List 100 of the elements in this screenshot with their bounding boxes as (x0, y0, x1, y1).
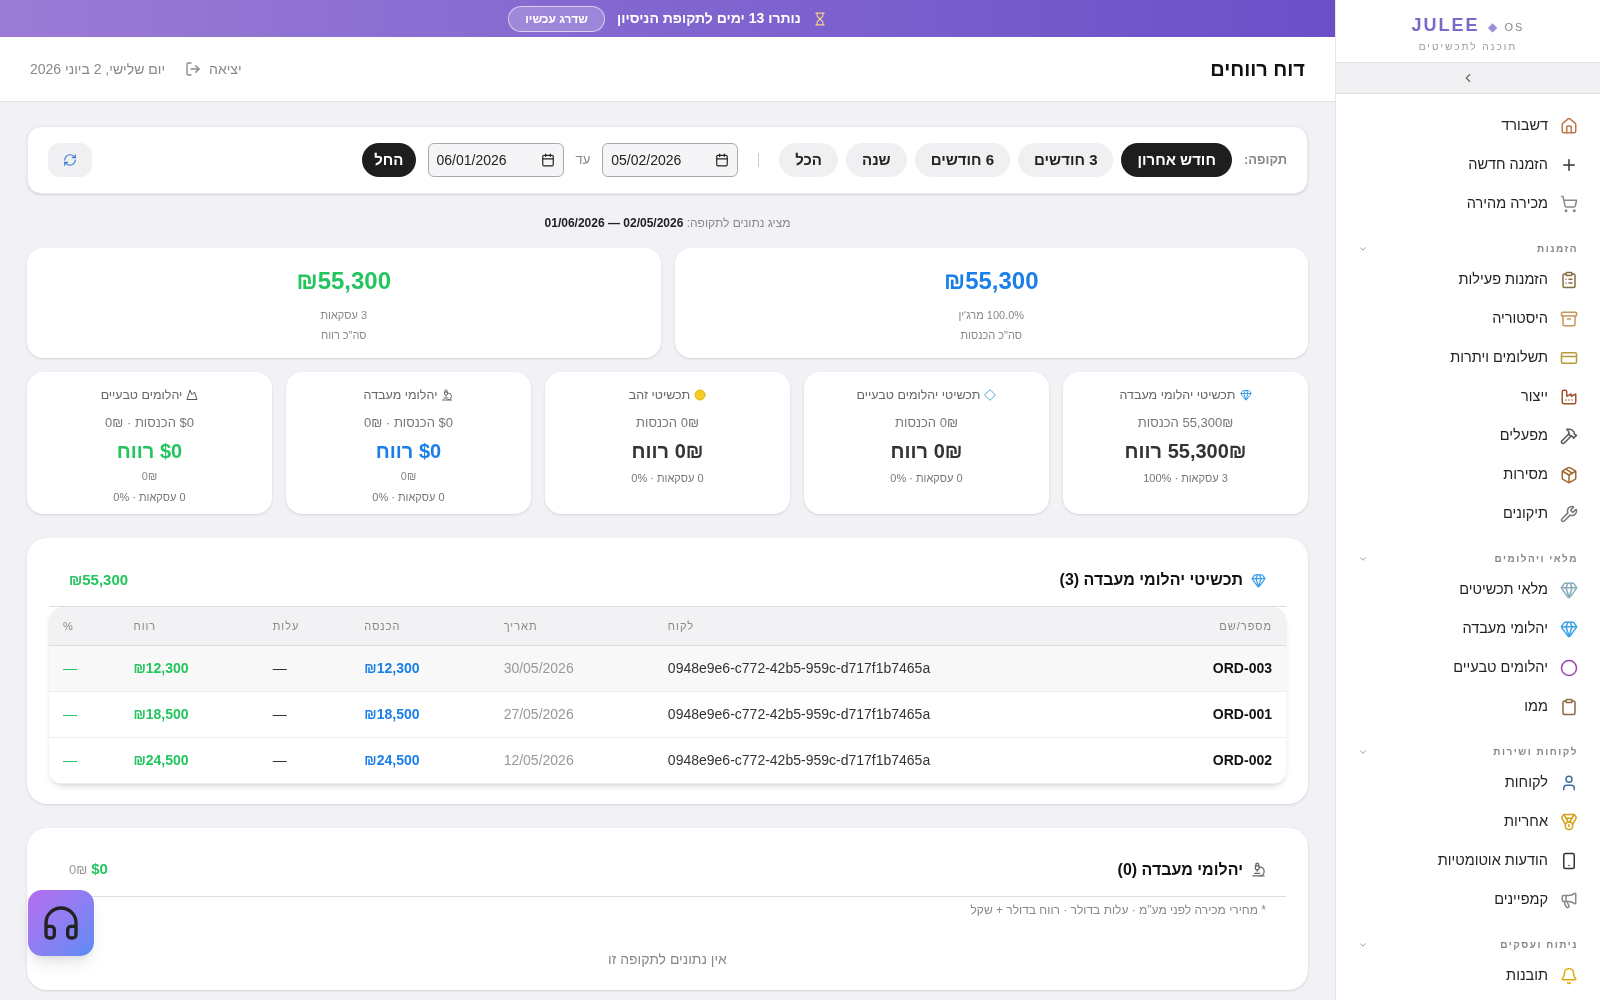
date-to-field[interactable]: 06/01/2026 (427, 143, 564, 177)
column-header: % (49, 607, 120, 645)
category-title: תכשיטי יהלומי מעבדה (1119, 387, 1236, 404)
logo-suffix: OS (1504, 20, 1525, 35)
factory-icon (1560, 387, 1578, 406)
refresh-button[interactable] (48, 143, 92, 177)
table-cell: 27/05/2026 (489, 691, 654, 737)
nav-item[interactable]: הזמנות פעילות (1336, 260, 1600, 299)
column-header: עלות (258, 607, 351, 645)
to-label: עד (575, 151, 591, 170)
category-footer: 0 עסקאות · 0% (113, 488, 186, 506)
column-header: הכנסה (350, 607, 490, 645)
tagline: תוכנה לתכשיטים (1418, 40, 1518, 54)
table-cell: ₪18,500 (350, 691, 490, 737)
logo: JULEE (1411, 14, 1480, 37)
category-footer: 0 עסקאות · 0% (631, 470, 704, 487)
period-tab[interactable]: חודש אחרון (1121, 143, 1232, 177)
nav-item[interactable]: מכירה מהירה (1336, 184, 1600, 223)
table-cell: ₪24,500 (119, 737, 259, 783)
nav-item[interactable]: הודעות אוטומטיות (1336, 841, 1600, 880)
category-title: יהלומים טבעיים (100, 387, 183, 404)
rock-icon (186, 389, 199, 402)
category-profit: 0₪ רווח (631, 439, 704, 465)
support-bot-icon[interactable] (28, 890, 94, 956)
column-header: תאריך (489, 607, 654, 645)
empty-message: אין נתונים לתקופה זו (608, 949, 727, 969)
date-from-field[interactable]: 05/02/2026 (602, 143, 739, 177)
nav-item[interactable]: ייצור (1336, 377, 1600, 416)
category-profit: $0 רווח (116, 439, 183, 465)
nav-item[interactable]: תשלומים ויתרות (1336, 338, 1600, 377)
summary-detail: 3 עסקאות (320, 307, 368, 323)
microscope-icon (441, 389, 454, 402)
nav-item[interactable]: דשבורד (1336, 106, 1600, 145)
megaphone-icon (1560, 890, 1578, 909)
collapse-button[interactable] (1336, 62, 1600, 94)
column-header: רווח (119, 607, 259, 645)
category-title: תכשיטי זהב (628, 387, 691, 404)
period-tab[interactable]: שנה (846, 143, 907, 177)
section-total: 0₪ (69, 860, 88, 879)
table-cell: ₪24,500 (350, 737, 490, 783)
category-sub: 0₪ (141, 469, 158, 485)
nav-group-title[interactable]: מלאי ויהלומים (1494, 551, 1578, 566)
period-tab[interactable]: הכל (779, 143, 838, 177)
bell-icon (1560, 966, 1578, 985)
current-date: יום שלישי, 2 ביוני 2026 (30, 59, 166, 79)
nav-item[interactable]: יהלומים טבעיים (1336, 648, 1600, 687)
table-cell: — (258, 645, 351, 691)
table-cell: — (49, 645, 120, 691)
nav-item[interactable]: תובנות (1336, 956, 1600, 995)
summary-caption: סה"כ רווח (320, 328, 367, 343)
nav-group-title[interactable]: ניתוח ועסקים (1500, 937, 1578, 952)
summary-detail: 100.0% מרג'ין (958, 307, 1025, 323)
nav-item[interactable]: אחריות (1336, 802, 1600, 841)
nav-item[interactable]: היסטוריה (1336, 299, 1600, 338)
period-tab[interactable]: 3 חודשים (1018, 143, 1114, 177)
tools-icon (1560, 426, 1578, 445)
category-sub: 0₪ (400, 469, 417, 485)
nav-item[interactable]: יהלומי מעבדה (1336, 609, 1600, 648)
trial-text: נותרו 13 ימים לתקופת הניסיון (616, 9, 801, 28)
table-cell: 30/05/2026 (489, 645, 654, 691)
logout-link[interactable]: יציאה (185, 58, 242, 80)
table-cell: ₪12,300 (350, 645, 490, 691)
logout-icon (185, 61, 202, 77)
nav-item[interactable]: מפעלים (1336, 416, 1600, 455)
refresh-icon (63, 153, 77, 167)
phone-icon (1560, 851, 1578, 870)
nav-item[interactable]: ממו (1336, 687, 1600, 726)
nav-item[interactable]: מסירות (1336, 455, 1600, 494)
table-cell: 12/05/2026 (489, 737, 654, 783)
gem-icon (1251, 572, 1266, 588)
table-cell: — (49, 737, 120, 783)
section-title: תכשיטי יהלומי מעבדה (3) (1059, 570, 1243, 590)
category-title: יהלומי מעבדה (363, 387, 438, 404)
calendar-icon (715, 153, 730, 167)
nav-item[interactable]: מלאי תכשיטים (1336, 570, 1600, 609)
nav-group-title[interactable]: לקוחות ושירות (1493, 744, 1578, 759)
section-total: ₪55,300 (69, 569, 129, 590)
clipboard-icon (1560, 697, 1578, 716)
diamond-icon (984, 389, 997, 402)
category-income: $0 הכנסות · 0₪ (364, 413, 453, 432)
table-cell: 0948e9e6-c772-42b5-959c-d717f1b7465a (653, 691, 1141, 737)
nav-item[interactable]: תיקונים (1336, 494, 1600, 533)
category-title: תכשיטי יהלומים טבעיים (856, 387, 981, 404)
category-income: $0 הכנסות · 0₪ (105, 413, 194, 432)
cart-icon (1560, 194, 1578, 213)
table-cell: ORD-002 (1140, 737, 1286, 783)
nav-item[interactable]: הזמנה חדשה (1336, 145, 1600, 184)
apply-button[interactable]: החל (362, 143, 416, 177)
table-cell: — (258, 691, 351, 737)
category-footer: 0 עסקאות · 0% (890, 470, 963, 487)
table-cell: ORD-001 (1140, 691, 1286, 737)
nav-item[interactable]: לקוחות (1336, 763, 1600, 802)
nav-item[interactable]: קמפיינים (1336, 880, 1600, 919)
category-income: 0₪ הכנסות (895, 413, 958, 432)
period-tab[interactable]: 6 חודשים (914, 143, 1011, 177)
period-label: תקופה: (1243, 151, 1287, 170)
category-footer: 3 עסקאות · 100% (1143, 470, 1228, 487)
person-icon (1560, 773, 1578, 792)
nav-group-title[interactable]: הזמנות (1537, 241, 1578, 256)
wrench-icon (1560, 504, 1578, 523)
